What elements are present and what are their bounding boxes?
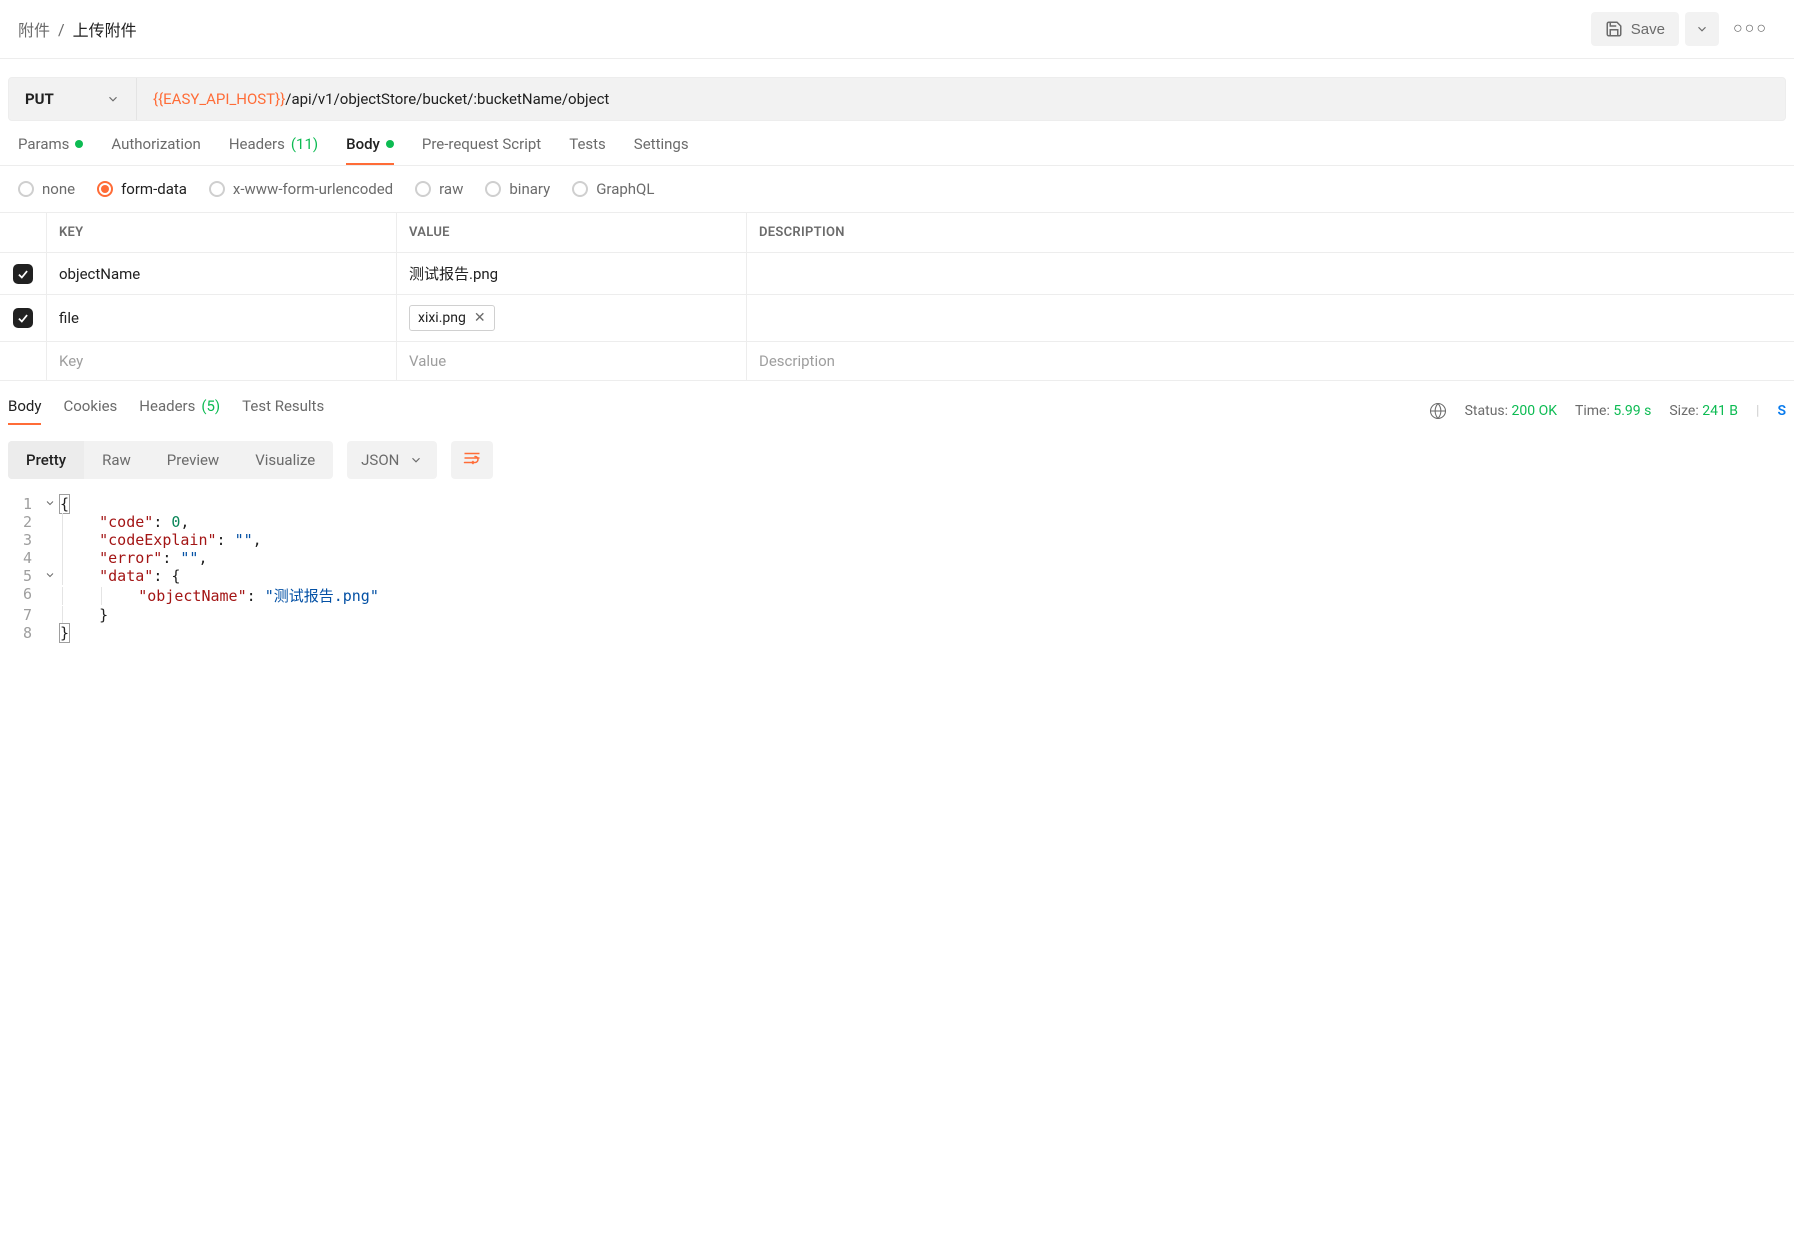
file-name: xixi.png [418, 310, 466, 326]
row-checkbox[interactable] [13, 308, 33, 328]
status-group[interactable]: Status: 200 OK [1465, 403, 1557, 419]
fold-icon[interactable] [40, 495, 60, 513]
radio-icon [572, 181, 588, 197]
col-desc: DESCRIPTION [746, 213, 1794, 252]
save-dropdown-button[interactable] [1685, 12, 1719, 46]
save-button[interactable]: Save [1591, 12, 1679, 46]
globe-icon[interactable] [1429, 402, 1447, 420]
response-meta: Status: 200 OK Time: 5.99 s Size: 241 B … [1429, 402, 1786, 420]
save-label: Save [1631, 21, 1665, 38]
formdata-table: KEY VALUE DESCRIPTION objectName 测试报告.pn… [0, 212, 1794, 381]
table-row: file xixi.png ✕ [0, 295, 1794, 342]
breadcrumb-parent[interactable]: 附件 [18, 17, 50, 41]
response-type-select[interactable]: JSON [347, 441, 437, 479]
bodytype-none[interactable]: none [18, 180, 75, 198]
view-visualize[interactable]: Visualize [237, 441, 333, 479]
url-variable: {{EASY_API_HOST}} [153, 90, 285, 108]
tab-params[interactable]: Params [18, 135, 83, 165]
breadcrumb-sep: / [58, 20, 65, 39]
wrap-icon [463, 451, 481, 465]
cell-value[interactable]: 测试报告.png [396, 253, 746, 294]
view-pretty[interactable]: Pretty [8, 441, 84, 479]
request-tabs: Params Authorization Headers (11) Body P… [0, 121, 1794, 166]
more-button[interactable]: ○○○ [1725, 14, 1776, 44]
save-response-cut[interactable]: S [1777, 403, 1786, 419]
tab-body[interactable]: Body [346, 135, 394, 165]
resp-tab-testresults[interactable]: Test Results [242, 397, 324, 425]
cell-desc[interactable] [746, 295, 1794, 341]
radio-icon [485, 181, 501, 197]
tab-authorization[interactable]: Authorization [111, 135, 200, 165]
radio-icon [18, 181, 34, 197]
radio-icon [415, 181, 431, 197]
tab-tests[interactable]: Tests [569, 135, 606, 165]
cell-key[interactable]: file [46, 295, 396, 341]
dot-indicator [75, 140, 83, 148]
cell-value[interactable]: xixi.png ✕ [396, 295, 746, 341]
view-raw[interactable]: Raw [84, 441, 149, 479]
table-row: objectName 测试报告.png [0, 253, 1794, 295]
bodytype-urlencoded[interactable]: x-www-form-urlencoded [209, 180, 393, 198]
resp-tab-cookies[interactable]: Cookies [63, 397, 117, 425]
response-tabs: Body Cookies Headers (5) Test Results [8, 397, 324, 425]
dot-indicator [386, 140, 394, 148]
save-icon [1605, 20, 1623, 38]
chevron-down-icon [106, 92, 120, 106]
radio-icon [209, 181, 225, 197]
bodytype-raw[interactable]: raw [415, 180, 463, 198]
row-checkbox[interactable] [13, 264, 33, 284]
radio-icon [97, 181, 113, 197]
table-row-empty: Key Value Description [0, 342, 1794, 381]
cell-desc-placeholder[interactable]: Description [746, 342, 1794, 380]
remove-file-icon[interactable]: ✕ [474, 310, 486, 326]
response-body-code[interactable]: 1{ 2 "code": 0, 3 "codeExplain": "", 4 "… [0, 491, 1794, 662]
body-type-radios: none form-data x-www-form-urlencoded raw… [0, 166, 1794, 212]
url-path: /api/v1/objectStore/bucket/:bucketName/o… [285, 90, 609, 108]
chevron-down-icon [409, 453, 423, 467]
bodytype-binary[interactable]: binary [485, 180, 550, 198]
request-url-bar: PUT {{EASY_API_HOST}}/api/v1/objectStore… [8, 77, 1786, 121]
file-chip[interactable]: xixi.png ✕ [409, 305, 495, 331]
ellipsis-icon: ○○○ [1733, 20, 1768, 37]
cell-desc[interactable] [746, 253, 1794, 294]
tab-settings[interactable]: Settings [634, 135, 689, 165]
col-key: KEY [46, 213, 396, 252]
cell-key-placeholder[interactable]: Key [46, 342, 396, 380]
cell-value-placeholder[interactable]: Value [396, 342, 746, 380]
view-mode-pill: Pretty Raw Preview Visualize [8, 441, 333, 479]
bodytype-graphql[interactable]: GraphQL [572, 180, 654, 198]
resp-tab-body[interactable]: Body [8, 397, 41, 425]
breadcrumb-current: 上传附件 [73, 17, 137, 41]
cell-key[interactable]: objectName [46, 253, 396, 294]
size-group[interactable]: Size: 241 B [1669, 403, 1738, 419]
fold-icon[interactable] [40, 567, 60, 585]
time-group[interactable]: Time: 5.99 s [1575, 403, 1651, 419]
breadcrumb: 附件 / 上传附件 [18, 17, 137, 41]
method-label: PUT [25, 90, 54, 108]
wrap-lines-button[interactable] [451, 441, 493, 479]
tab-headers[interactable]: Headers (11) [229, 135, 318, 165]
view-preview[interactable]: Preview [149, 441, 237, 479]
bodytype-formdata[interactable]: form-data [97, 180, 187, 198]
method-select[interactable]: PUT [9, 78, 137, 120]
col-value: VALUE [396, 213, 746, 252]
tab-prerequest[interactable]: Pre-request Script [422, 135, 541, 165]
resp-tab-headers[interactable]: Headers (5) [139, 397, 220, 425]
url-input[interactable]: {{EASY_API_HOST}}/api/v1/objectStore/buc… [137, 78, 1785, 120]
